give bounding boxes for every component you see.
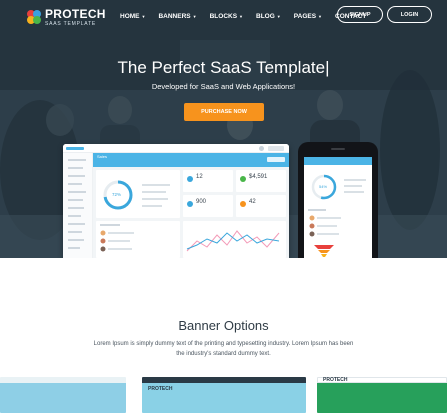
caret-down-icon: ▼ xyxy=(239,13,244,19)
phone-screen: 54% xyxy=(304,157,372,258)
thumb-logo: PROTECH xyxy=(323,377,348,383)
nav-label: BLOCKS xyxy=(209,12,238,20)
stat-value: 900 xyxy=(196,199,207,205)
hero-subtitle: Developed for SaaS and Web Applications! xyxy=(151,82,296,91)
stat-value: 42 xyxy=(249,199,256,205)
brand-logo[interactable]: PROTECH SAAS TEMPLATE xyxy=(26,7,106,29)
caret-down-icon: ▼ xyxy=(276,13,281,19)
stat-card: 42 xyxy=(236,195,286,217)
section-description: Lorem Ipsum is simply dummy text of the … xyxy=(93,341,354,357)
stat-card: 900 xyxy=(183,195,233,217)
line-chart-card xyxy=(183,221,286,258)
brand-name: PROTECH xyxy=(45,7,106,21)
nav-item-pages[interactable]: PAGES ▼ xyxy=(294,11,322,21)
donut-value: 72% xyxy=(112,192,122,197)
purchase-now-button[interactable]: PURCHASE NOW xyxy=(184,103,264,121)
phone-mockup: 54% xyxy=(298,142,378,258)
caret-down-icon: ▼ xyxy=(318,13,323,19)
nav-label: BLOG xyxy=(256,12,275,20)
banner-thumbnail-1[interactable] xyxy=(0,377,126,413)
user-list-card xyxy=(96,221,180,258)
logo-pinwheel-icon xyxy=(27,10,41,24)
caret-down-icon: ▼ xyxy=(192,13,197,19)
section-title: Banner Options xyxy=(178,318,269,333)
thumb-body xyxy=(317,383,447,413)
nav-label: BANNERS xyxy=(158,12,191,20)
nav-label: PAGES xyxy=(293,12,317,20)
thumb-body xyxy=(0,383,126,413)
signup-button[interactable]: SIGNUP xyxy=(337,6,383,23)
hero-title: The Perfect SaaS Template| xyxy=(117,58,330,77)
mockup-sidebar xyxy=(63,153,93,258)
banner-thumbnail-3[interactable]: PROTECH xyxy=(317,377,447,413)
stat-value: $4,591 xyxy=(249,174,268,180)
brand-tagline: SAAS TEMPLATE xyxy=(45,21,97,27)
dashboard-laptop-mockup: Sales 72% 12 $4,591 900 42 xyxy=(63,144,289,258)
phone-donut-value: 54% xyxy=(319,184,328,189)
mockup-header-label: Sales xyxy=(97,154,108,159)
thumb-logo: PROTECH xyxy=(148,386,173,392)
hero-section: PROTECH SAAS TEMPLATE HOME ▼ BANNERS ▼ BLO… xyxy=(0,0,447,258)
caret-down-icon: ▼ xyxy=(141,13,146,19)
login-button[interactable]: LOGIN xyxy=(387,6,432,23)
mockup-topbar xyxy=(63,144,289,153)
stat-value: 12 xyxy=(196,174,203,180)
nav-item-banners[interactable]: BANNERS ▼ xyxy=(158,11,196,21)
mockup-body: 72% 12 $4,591 900 42 xyxy=(93,167,289,258)
nav-label: HOME xyxy=(120,12,140,20)
banner-thumbnail-2[interactable]: PROTECH xyxy=(142,377,306,413)
nav-item-blocks[interactable]: BLOCKS ▼ xyxy=(210,11,243,21)
mockup-header: Sales xyxy=(93,153,289,167)
nav-item-home[interactable]: HOME ▼ xyxy=(120,11,145,21)
stat-card: $4,591 xyxy=(236,170,286,192)
stat-card: 12 xyxy=(183,170,233,192)
donut-card: 72% xyxy=(96,170,180,218)
nav-item-blog[interactable]: BLOG ▼ xyxy=(256,11,281,21)
